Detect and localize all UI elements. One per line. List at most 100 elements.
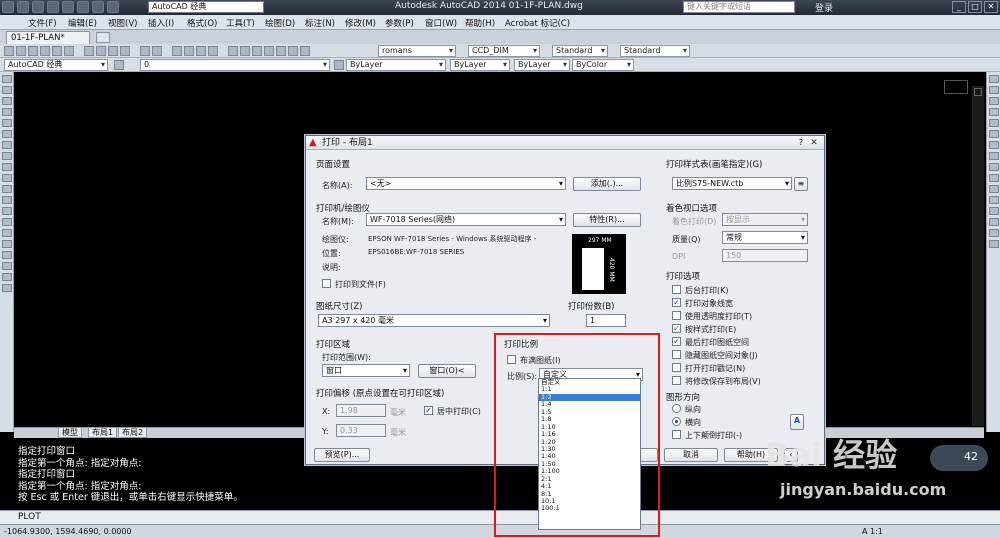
redo-icon[interactable] bbox=[152, 46, 162, 56]
plot-window-button[interactable]: 窗口(O)< bbox=[418, 364, 476, 378]
join-icon[interactable] bbox=[988, 207, 999, 215]
table-style-select[interactable]: Standard bbox=[552, 45, 608, 57]
cancel-button[interactable]: 取消 bbox=[664, 448, 718, 462]
command-prompt[interactable]: PLOT bbox=[18, 512, 41, 522]
app-menu-icon[interactable] bbox=[2, 1, 14, 13]
file-tab[interactable]: 01-1F-PLAN* bbox=[6, 31, 90, 44]
plot-option-checkbox[interactable] bbox=[672, 311, 681, 320]
menu-view[interactable]: 视图(V) bbox=[108, 17, 137, 29]
ellipse-arc-icon[interactable] bbox=[1, 185, 12, 193]
publish-icon[interactable] bbox=[64, 46, 74, 56]
mleader-style-select[interactable]: Standard bbox=[620, 45, 690, 57]
edit-plot-style-icon[interactable]: ≡ bbox=[794, 177, 808, 191]
arc-icon[interactable] bbox=[1, 130, 12, 138]
trim-icon[interactable] bbox=[988, 174, 999, 182]
menu-file[interactable]: 文件(F) bbox=[28, 17, 57, 29]
copy-object-icon[interactable] bbox=[988, 86, 999, 94]
plot-option-checkbox[interactable] bbox=[672, 324, 681, 333]
text-style-select[interactable]: romans bbox=[378, 45, 456, 57]
plot-preview-icon[interactable] bbox=[52, 46, 62, 56]
plot-style-select[interactable]: 比例S75-NEW.ctb bbox=[672, 177, 792, 190]
tab-layout1[interactable]: 布局1 bbox=[88, 428, 118, 438]
make-block-icon[interactable] bbox=[1, 207, 12, 215]
menu-draw[interactable]: 绘图(D) bbox=[265, 17, 295, 29]
zoom-previous-icon[interactable] bbox=[208, 46, 218, 56]
plot-option-checkbox[interactable] bbox=[672, 363, 681, 372]
markup-icon[interactable] bbox=[276, 46, 286, 56]
plot-icon[interactable] bbox=[40, 46, 50, 56]
scroll-up-icon[interactable] bbox=[974, 88, 982, 96]
new-icon[interactable] bbox=[4, 46, 14, 56]
dim-style-select[interactable]: CCD_DIM bbox=[468, 45, 540, 57]
printer-select[interactable]: WF-7018 Series(网络) bbox=[366, 213, 566, 226]
polyline-icon[interactable] bbox=[1, 97, 12, 105]
zoom-window-icon[interactable] bbox=[196, 46, 206, 56]
circle-icon[interactable] bbox=[1, 141, 12, 149]
offset-x-input[interactable]: 1.98 bbox=[336, 404, 386, 417]
chamfer-icon[interactable] bbox=[988, 218, 999, 226]
menu-window[interactable]: 窗口(W) bbox=[425, 17, 457, 29]
hatch-icon[interactable] bbox=[1, 229, 12, 237]
tab-layout2[interactable]: 布局2 bbox=[118, 428, 148, 438]
extend-icon[interactable] bbox=[988, 185, 999, 193]
maximize-icon[interactable]: □ bbox=[968, 1, 982, 13]
polygon-icon[interactable] bbox=[1, 108, 12, 116]
cut-icon[interactable] bbox=[84, 46, 94, 56]
layer-properties-icon[interactable] bbox=[114, 60, 124, 70]
menu-parametric[interactable]: 参数(P) bbox=[385, 17, 414, 29]
redo-icon[interactable] bbox=[107, 1, 119, 13]
color-select[interactable]: ByLayer bbox=[346, 59, 446, 71]
menu-format[interactable]: 格式(O) bbox=[187, 17, 217, 29]
rectangle-icon[interactable] bbox=[1, 119, 12, 127]
workspace-select-2[interactable]: AutoCAD 经典 bbox=[4, 59, 108, 71]
plot-option-checkbox[interactable] bbox=[672, 298, 681, 307]
properties-icon[interactable] bbox=[228, 46, 238, 56]
menu-insert[interactable]: 插入(I) bbox=[148, 17, 174, 29]
paste-icon[interactable] bbox=[108, 46, 118, 56]
copy-icon[interactable] bbox=[96, 46, 106, 56]
layer-select[interactable]: 0 bbox=[140, 59, 330, 71]
page-setup-select[interactable]: <无> bbox=[366, 177, 566, 190]
offset-y-input[interactable]: 0.33 bbox=[336, 424, 386, 437]
menu-help[interactable]: 帮助(H) bbox=[465, 17, 495, 29]
minimize-icon[interactable]: _ bbox=[952, 1, 966, 13]
erase-icon[interactable] bbox=[988, 75, 999, 83]
point-icon[interactable] bbox=[1, 218, 12, 226]
help-icon[interactable]: ? bbox=[796, 138, 806, 148]
add-page-setup-button[interactable]: 添加(.)... bbox=[573, 177, 641, 191]
spline-icon[interactable] bbox=[1, 163, 12, 171]
print-icon[interactable] bbox=[77, 1, 89, 13]
undo-icon[interactable] bbox=[92, 1, 104, 13]
rotate-icon[interactable] bbox=[988, 141, 999, 149]
shade-plot-select[interactable]: 按显示 bbox=[722, 213, 808, 226]
save-icon[interactable] bbox=[47, 1, 59, 13]
quickcalc-icon[interactable] bbox=[288, 46, 298, 56]
mirror-icon[interactable] bbox=[988, 97, 999, 105]
help-icon[interactable] bbox=[300, 46, 310, 56]
design-center-icon[interactable] bbox=[240, 46, 250, 56]
revision-cloud-icon[interactable] bbox=[1, 152, 12, 160]
break-icon[interactable] bbox=[988, 196, 999, 204]
viewcube-icon[interactable] bbox=[944, 80, 968, 94]
move-icon[interactable] bbox=[988, 130, 999, 138]
annotation-scale[interactable]: A 1:1 bbox=[862, 525, 883, 538]
close-icon[interactable]: ✕ bbox=[808, 138, 820, 148]
fillet-icon[interactable] bbox=[988, 229, 999, 237]
menu-edit[interactable]: 编辑(E) bbox=[68, 17, 97, 29]
zoom-realtime-icon[interactable] bbox=[184, 46, 194, 56]
new-file-icon[interactable] bbox=[17, 1, 29, 13]
add-selected-icon[interactable] bbox=[1, 284, 12, 292]
menu-acrobat[interactable]: Acrobat 标记(C) bbox=[505, 17, 570, 29]
open-icon[interactable] bbox=[16, 46, 26, 56]
portrait-radio[interactable] bbox=[672, 404, 681, 413]
region-icon[interactable] bbox=[1, 251, 12, 259]
insert-block-icon[interactable] bbox=[1, 196, 12, 204]
stretch-icon[interactable] bbox=[988, 163, 999, 171]
copies-input[interactable]: 1 bbox=[586, 314, 626, 327]
printer-properties-button[interactable]: 特性(R)... bbox=[573, 213, 641, 227]
explode-icon[interactable] bbox=[988, 240, 999, 248]
landscape-radio[interactable] bbox=[672, 417, 681, 426]
plot-to-file-checkbox[interactable] bbox=[322, 279, 331, 288]
preview-button[interactable]: 预览(P)... bbox=[314, 448, 370, 462]
plot-what-select[interactable]: 窗口 bbox=[322, 364, 410, 377]
